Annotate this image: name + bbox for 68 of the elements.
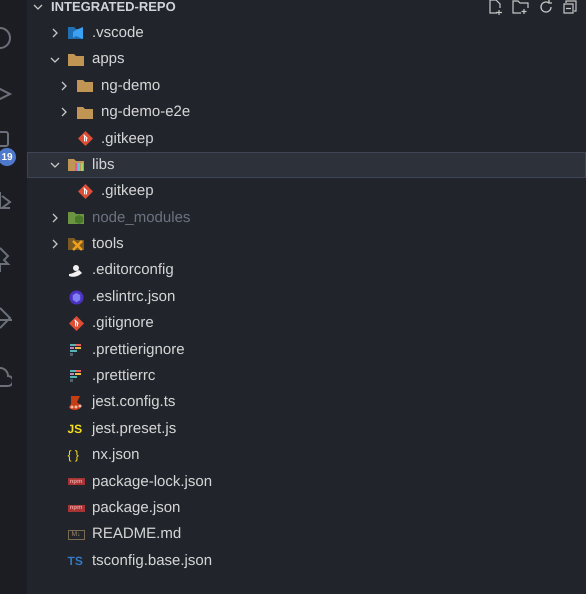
notification-badge: 19 — [0, 148, 16, 166]
file-name: .gitkeep — [101, 181, 154, 202]
new-folder-icon[interactable] — [512, 0, 530, 15]
file-row[interactable]: .prettierignore — [27, 336, 586, 364]
chevron-right-icon[interactable] — [50, 212, 60, 223]
git-icon — [78, 131, 92, 146]
file-name: .prettierignore — [92, 340, 185, 360]
file-name: tsconfig.base.json — [92, 550, 212, 571]
git-icon — [78, 184, 92, 200]
file-name: package-lock.json — [92, 472, 212, 492]
prettier-icon — [69, 342, 83, 357]
folder-row[interactable]: libs — [27, 152, 586, 178]
folder-icon — [68, 237, 84, 252]
file-name: .gitignore — [92, 313, 154, 334]
file-row[interactable]: TS tsconfig.base.json — [27, 548, 586, 574]
folder-icon — [68, 210, 84, 225]
collapse-all-icon[interactable] — [562, 0, 578, 15]
jest-icon — [68, 394, 84, 411]
chevron-down-icon[interactable] — [50, 160, 60, 170]
folder-row[interactable]: ng-demo — [27, 72, 586, 100]
file-name: .prettierrc — [92, 366, 156, 386]
folder-row[interactable]: apps — [27, 46, 586, 73]
file-name: .editorconfig — [92, 260, 174, 280]
file-row[interactable]: .gitkeep — [27, 126, 586, 152]
file-row[interactable]: .editorconfig — [27, 258, 586, 284]
chevron-right-icon[interactable] — [50, 239, 60, 250]
chevron-right-icon[interactable] — [50, 28, 60, 38]
file-row[interactable]: .eslintrc.json — [27, 284, 586, 310]
refresh-icon[interactable] — [538, 0, 554, 15]
folder-icon — [68, 158, 84, 172]
folder-row[interactable]: .vscode — [27, 20, 586, 46]
folder-icon — [77, 79, 93, 92]
chevron-right-icon[interactable] — [59, 107, 69, 118]
folder-name: ng-demo-e2e — [101, 102, 190, 122]
chevron-down-icon[interactable] — [33, 2, 43, 12]
file-row[interactable]: { } nx.json — [27, 442, 586, 469]
folder-name: libs — [92, 154, 115, 175]
file-name: jest.config.ts — [92, 392, 176, 412]
git-icon — [68, 316, 84, 331]
file-row[interactable]: .prettierrc — [27, 363, 586, 390]
explorer-title[interactable]: INTEGRATED-REPO — [51, 0, 176, 17]
chevron-right-icon[interactable] — [59, 80, 69, 91]
file-row[interactable]: .gitignore — [27, 310, 586, 337]
folder-name: .vscode — [92, 22, 144, 43]
file-name: .eslintrc.json — [92, 286, 176, 307]
folder-name: ng-demo — [101, 76, 160, 96]
folder-name: tools — [92, 234, 124, 254]
new-file-icon[interactable] — [488, 0, 504, 15]
folder-name: apps — [92, 49, 125, 70]
folder-icon — [68, 53, 84, 66]
file-name: package.json — [92, 498, 180, 518]
folder-row[interactable]: ng-demo-e2e — [27, 99, 586, 126]
js-icon: JS — [68, 423, 84, 436]
file-name: README.md — [92, 524, 182, 544]
folder-name: node_modules — [92, 208, 190, 228]
chevron-down-icon[interactable] — [50, 54, 60, 65]
file-name: nx.json — [92, 445, 140, 466]
folder-icon — [77, 106, 93, 119]
file-name: jest.preset.js — [92, 418, 176, 439]
file-name: .gitkeep — [101, 128, 154, 148]
braces-icon: { } — [68, 449, 84, 462]
file-row[interactable]: .gitkeep — [27, 178, 586, 205]
ts-icon: TS — [68, 555, 84, 567]
folder-row[interactable]: tools — [27, 231, 586, 258]
file-row[interactable]: JS jest.preset.js — [27, 416, 586, 442]
prettier-icon — [69, 369, 83, 384]
file-row[interactable]: jest.config.ts — [27, 389, 586, 416]
folder-icon — [68, 26, 84, 40]
